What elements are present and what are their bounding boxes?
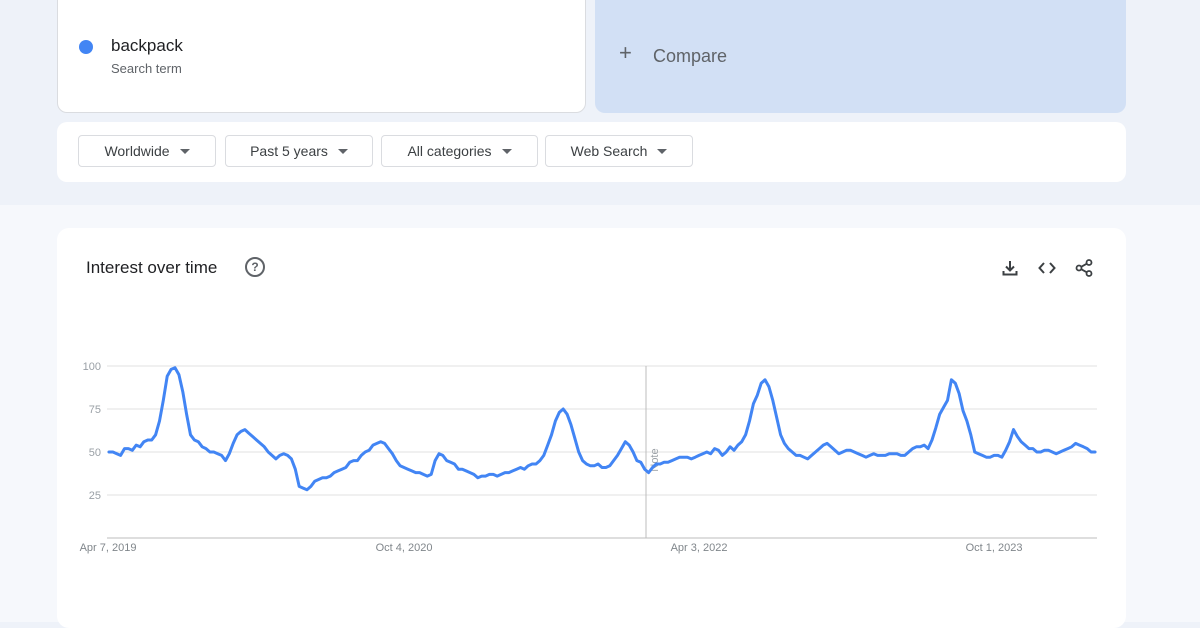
interest-line-chart: 25 50 75 100 Apr 7, 2019 Oct 4, 2020 Apr 3, 20… [80,361,1097,554]
y-tick-label: 50 [89,447,101,459]
y-tick-label: 100 [83,361,101,373]
y-tick-label: 75 [89,404,101,416]
series-line [107,366,1097,492]
x-tick-label: Apr 7, 2019 [80,542,137,554]
x-tick-label: Oct 4, 2020 [376,542,433,554]
y-tick-label: 25 [89,490,101,502]
x-tick-label: Apr 3, 2022 [671,542,728,554]
x-tick-label: Oct 1, 2023 [966,542,1023,554]
